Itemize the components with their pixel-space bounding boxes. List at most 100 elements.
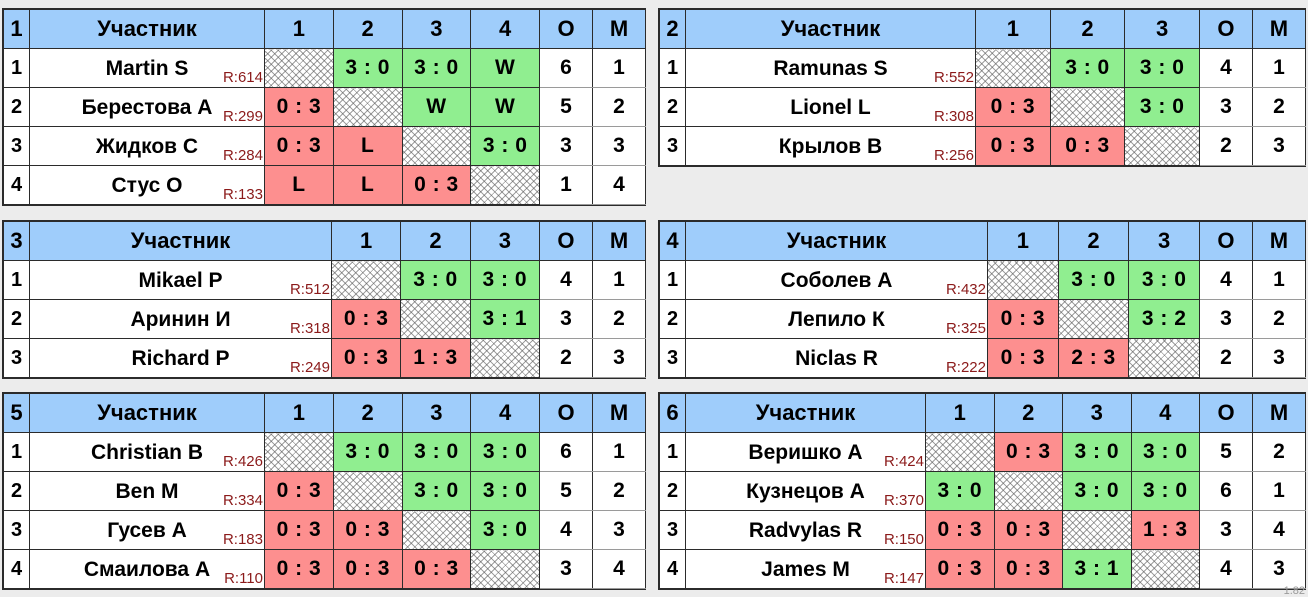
result-cell[interactable]: 3 : 0 xyxy=(1062,432,1132,472)
result-cell[interactable]: L xyxy=(264,165,334,205)
result-cell[interactable]: 0 : 3 xyxy=(332,510,403,550)
result-cell[interactable]: W xyxy=(470,48,540,88)
result-cell[interactable]: 3 : 0 xyxy=(470,432,540,472)
participant-cell[interactable]: Ramunas S R:552 xyxy=(685,48,976,88)
result-cell[interactable]: 3 : 0 xyxy=(1128,260,1200,300)
result-cell[interactable] xyxy=(1124,126,1200,166)
result-cell[interactable] xyxy=(925,432,995,472)
result-cell[interactable]: 0 : 3 xyxy=(993,432,1063,472)
result-cell[interactable]: 0 : 3 xyxy=(975,126,1051,166)
result-cell[interactable]: 0 : 3 xyxy=(264,549,334,589)
result-cell[interactable]: 0 : 3 xyxy=(264,87,334,127)
participant-cell[interactable]: Mikael P R:512 xyxy=(29,260,332,300)
result-cell[interactable]: 1 : 3 xyxy=(1130,510,1200,550)
participant-cell[interactable]: Richard P R:249 xyxy=(29,338,332,378)
result-cell[interactable] xyxy=(332,87,403,127)
result-cell[interactable] xyxy=(1062,510,1132,550)
result-cell[interactable]: 0 : 3 xyxy=(264,126,334,166)
result-cell[interactable] xyxy=(1130,549,1200,589)
result-cell[interactable] xyxy=(1049,87,1126,127)
participant-cell[interactable]: Martin S R:614 xyxy=(29,48,265,88)
result-cell[interactable]: 0 : 3 xyxy=(925,510,995,550)
participant-cell[interactable]: Radvylas R R:150 xyxy=(685,510,926,550)
result-cell[interactable] xyxy=(264,432,334,472)
result-cell[interactable]: 0 : 3 xyxy=(925,549,995,589)
result-cell[interactable]: 3 : 0 xyxy=(1062,471,1132,511)
result-cell[interactable]: W xyxy=(401,87,472,127)
result-cell[interactable]: 0 : 3 xyxy=(264,471,334,511)
result-cell[interactable]: 3 : 0 xyxy=(1130,432,1200,472)
participant-cell[interactable]: Гусев А R:183 xyxy=(29,510,265,550)
result-cell[interactable]: 3 : 0 xyxy=(1130,471,1200,511)
result-cell[interactable]: 0 : 3 xyxy=(975,87,1051,127)
result-cell[interactable]: 3 : 0 xyxy=(470,126,540,166)
result-cell[interactable] xyxy=(330,260,402,300)
result-cell[interactable] xyxy=(400,299,471,339)
result-cell[interactable]: 3 : 0 xyxy=(401,48,472,88)
result-cell[interactable] xyxy=(332,471,403,511)
result-cell[interactable]: W xyxy=(470,87,540,127)
result-cell[interactable]: 3 : 0 xyxy=(400,260,471,300)
result-cell[interactable] xyxy=(401,126,472,166)
result-cell[interactable] xyxy=(975,48,1051,88)
result-cell[interactable]: 3 : 0 xyxy=(1057,260,1130,300)
result-cell[interactable] xyxy=(470,165,540,205)
participant-cell[interactable]: Ben M R:334 xyxy=(29,471,265,511)
participant-rating: R:512 xyxy=(289,281,330,298)
participant-cell[interactable]: Веришко А R:424 xyxy=(685,432,926,472)
participant-cell[interactable]: Лепило К R:325 xyxy=(685,299,988,339)
participant-rating: R:334 xyxy=(222,492,263,509)
points-value: 2 xyxy=(1198,126,1253,166)
result-cell[interactable]: 3 : 0 xyxy=(332,432,403,472)
result-cell[interactable]: 3 : 0 xyxy=(470,510,540,550)
result-cell[interactable] xyxy=(264,48,334,88)
participant-cell[interactable]: Lionel L R:308 xyxy=(685,87,976,127)
result-cell[interactable]: 0 : 3 xyxy=(330,338,402,378)
result-cell[interactable]: 0 : 3 xyxy=(264,510,334,550)
result-cell[interactable]: L xyxy=(332,126,403,166)
result-cell[interactable]: 0 : 3 xyxy=(987,338,1059,378)
result-cell[interactable] xyxy=(469,338,540,378)
result-cell[interactable]: 3 : 0 xyxy=(332,48,403,88)
result-cell[interactable]: 3 : 0 xyxy=(401,432,472,472)
result-cell[interactable]: 3 : 2 xyxy=(1128,299,1200,339)
result-cell[interactable] xyxy=(1128,338,1200,378)
participant-cell[interactable]: Соболев А R:432 xyxy=(685,260,988,300)
participant-cell[interactable]: Крылов В R:256 xyxy=(685,126,976,166)
participant-cell[interactable]: Стус О R:133 xyxy=(29,165,265,205)
result-cell[interactable]: 3 : 1 xyxy=(469,299,540,339)
participant-cell[interactable]: Аринин И R:318 xyxy=(29,299,332,339)
participant-cell[interactable]: Christian B R:426 xyxy=(29,432,265,472)
result-cell[interactable]: 0 : 3 xyxy=(401,549,472,589)
result-cell[interactable]: L xyxy=(332,165,403,205)
result-cell[interactable]: 3 : 0 xyxy=(469,260,540,300)
result-cell[interactable] xyxy=(470,549,540,589)
result-cell[interactable]: 3 : 0 xyxy=(470,471,540,511)
result-cell[interactable]: 2 : 3 xyxy=(1057,338,1130,378)
participant-cell[interactable]: Берестова А R:299 xyxy=(29,87,265,127)
result-cell[interactable] xyxy=(993,471,1063,511)
result-cell[interactable] xyxy=(987,260,1059,300)
result-cell[interactable]: 1 : 3 xyxy=(400,338,471,378)
result-cell[interactable]: 0 : 3 xyxy=(993,510,1063,550)
result-cell[interactable]: 3 : 1 xyxy=(1062,549,1132,589)
result-cell[interactable]: 0 : 3 xyxy=(993,549,1063,589)
participant-cell[interactable]: Кузнецов А R:370 xyxy=(685,471,926,511)
result-cell[interactable] xyxy=(1057,299,1130,339)
result-cell[interactable]: 0 : 3 xyxy=(987,299,1059,339)
result-cell[interactable]: 0 : 3 xyxy=(330,299,402,339)
result-cell[interactable]: 3 : 0 xyxy=(401,471,472,511)
participant-cell[interactable]: Смаилова А R:110 xyxy=(29,549,265,589)
result-cell[interactable]: 3 : 0 xyxy=(1049,48,1126,88)
participant-rating: R:299 xyxy=(222,108,263,125)
result-cell[interactable]: 0 : 3 xyxy=(332,549,403,589)
participant-cell[interactable]: James M R:147 xyxy=(685,549,926,589)
participant-cell[interactable]: Niclas R R:222 xyxy=(685,338,988,378)
result-cell[interactable] xyxy=(401,510,472,550)
result-cell[interactable]: 0 : 3 xyxy=(1049,126,1126,166)
participant-cell[interactable]: Жидков С R:284 xyxy=(29,126,265,166)
result-cell[interactable]: 3 : 0 xyxy=(925,471,995,511)
result-cell[interactable]: 3 : 0 xyxy=(1124,48,1200,88)
result-cell[interactable]: 0 : 3 xyxy=(401,165,472,205)
result-cell[interactable]: 3 : 0 xyxy=(1124,87,1200,127)
